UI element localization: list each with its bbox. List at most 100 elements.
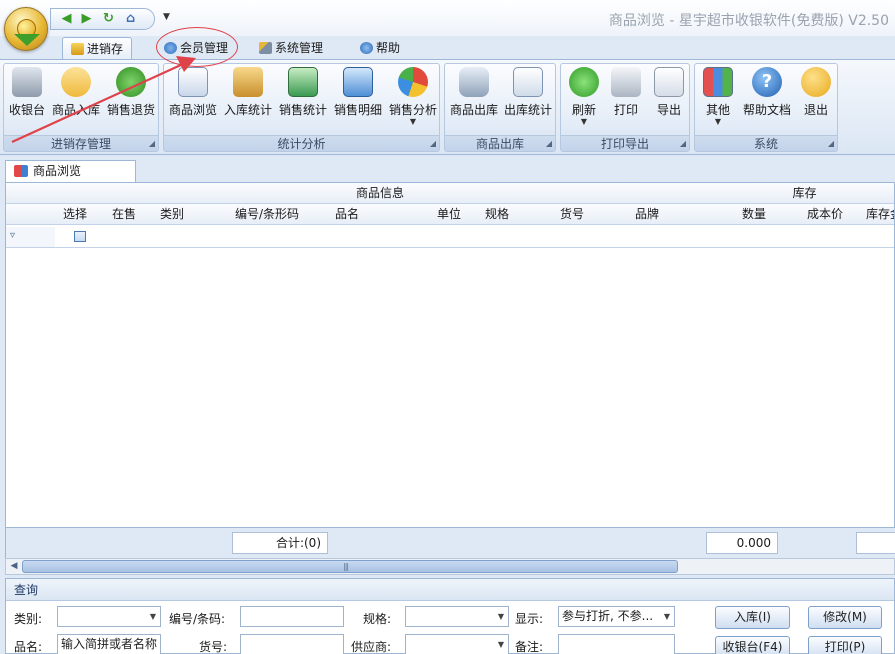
qat-dropdown-icon[interactable]: ▼ bbox=[163, 12, 170, 22]
chevron-down-icon: ▼ bbox=[497, 640, 504, 649]
column-header[interactable]: 编号/条形码 bbox=[230, 204, 331, 225]
out-stats-button[interactable]: 出库统计 bbox=[502, 66, 554, 134]
refresh-icon[interactable]: ↻ bbox=[101, 12, 116, 26]
filter-row-indicator: ▿ bbox=[6, 227, 56, 248]
filter-cell[interactable] bbox=[105, 227, 156, 248]
title-bar: ◀ ▶ ↻ ⌂ ▼ 商品浏览 - 星宇超市收银软件(免费版) V2.50 bbox=[0, 0, 895, 36]
filter-cell[interactable] bbox=[55, 227, 106, 248]
group-launcher-icon[interactable]: ◢ bbox=[149, 139, 155, 148]
name-input[interactable]: 输入简拼或者名称 bbox=[57, 634, 161, 654]
stock-in-stats-button[interactable]: 入库统计 bbox=[222, 66, 274, 134]
scroll-thumb[interactable]: ||| bbox=[22, 560, 678, 573]
cashier-query-button[interactable]: 收银台(F4) bbox=[715, 636, 790, 654]
filter-cell[interactable] bbox=[155, 227, 231, 248]
sales-analysis-button[interactable]: 销售分析 ▼ bbox=[387, 66, 439, 134]
stock-in-button[interactable]: 商品入库 bbox=[50, 66, 102, 134]
supplier-select[interactable]: ▼ bbox=[405, 634, 509, 654]
edit-button[interactable]: 修改(M) bbox=[808, 606, 882, 629]
power-icon bbox=[801, 67, 831, 97]
code-input[interactable] bbox=[240, 606, 344, 627]
books-icon bbox=[233, 67, 263, 97]
filter-cell[interactable] bbox=[630, 227, 706, 248]
table-icon bbox=[178, 67, 208, 97]
filter-cell[interactable] bbox=[480, 227, 556, 248]
cashier-button[interactable]: 收银台 bbox=[7, 66, 47, 134]
chevron-down-icon: ▼ bbox=[497, 612, 504, 621]
dropdown-caret-icon: ▼ bbox=[714, 117, 722, 126]
group-launcher-icon[interactable]: ◢ bbox=[680, 139, 686, 148]
group-stats: 商品浏览 入库统计 销售统计 销售明细 销售分析 ▼ 统计分析 ◢ bbox=[163, 63, 440, 152]
stock-in-query-button[interactable]: 入库(I) bbox=[715, 606, 790, 629]
total-amount bbox=[856, 532, 895, 554]
product-grid: 商品信息 库存 选择 在售 类别 编号/条形码 品名 单位 规格 货号 品牌 数… bbox=[5, 182, 895, 528]
product-out-button[interactable]: 商品出库 bbox=[448, 66, 500, 134]
group-launcher-icon[interactable]: ◢ bbox=[546, 139, 552, 148]
code-label: 编号/条码: bbox=[169, 612, 226, 626]
forward-arrow-icon[interactable]: ▶ bbox=[79, 12, 94, 26]
back-arrow-icon[interactable]: ◀ bbox=[59, 12, 74, 26]
product-browse-button[interactable]: 商品浏览 bbox=[167, 66, 219, 134]
document-tab-product-browse[interactable]: 商品浏览 bbox=[5, 160, 136, 182]
filter-cell[interactable] bbox=[555, 227, 631, 248]
column-header[interactable]: 数量 bbox=[705, 204, 781, 225]
sales-return-button[interactable]: 销售退货 bbox=[105, 66, 157, 134]
printer-icon bbox=[611, 67, 641, 97]
select-all-checkbox[interactable] bbox=[74, 231, 86, 242]
note-input[interactable] bbox=[558, 634, 675, 654]
horizontal-scrollbar[interactable]: ◀ ||| bbox=[5, 558, 895, 575]
app-menu-button[interactable] bbox=[4, 7, 48, 51]
column-header[interactable]: 单位 bbox=[430, 204, 481, 225]
sales-detail-button[interactable]: 销售明细 bbox=[332, 66, 384, 134]
filter-cell[interactable] bbox=[705, 227, 781, 248]
supplier-label: 供应商: bbox=[351, 640, 392, 654]
sales-stats-button[interactable]: 销售统计 bbox=[277, 66, 329, 134]
stock-in-icon bbox=[61, 67, 91, 97]
column-header[interactable]: 类别 bbox=[155, 204, 231, 225]
column-header[interactable]: 在售 bbox=[105, 204, 156, 225]
tab-system[interactable]: 系统管理 bbox=[251, 37, 331, 60]
grid-icon bbox=[703, 67, 733, 97]
group-launcher-icon[interactable]: ◢ bbox=[430, 139, 436, 148]
item-no-label: 货号: bbox=[199, 640, 228, 654]
column-header[interactable]: 库存金 bbox=[855, 204, 894, 225]
group-inventory: 收银台 商品入库 销售退货 进销存管理 ◢ bbox=[3, 63, 159, 152]
filter-cell[interactable] bbox=[230, 227, 331, 248]
group-label-system: 系统 bbox=[695, 135, 837, 151]
column-header[interactable]: 成本价 bbox=[780, 204, 856, 225]
exit-button[interactable]: 退出 bbox=[796, 66, 836, 134]
print-button[interactable]: 打印 bbox=[606, 66, 646, 134]
query-panel: 查询 类别: ▼ 编号/条码: 规格: ▼ 显示: 参与打折, 不参... ▼ 入… bbox=[5, 578, 895, 654]
filter-cell[interactable] bbox=[430, 227, 481, 248]
group-label-stats: 统计分析 bbox=[164, 135, 439, 151]
other-button[interactable]: 其他 ▼ bbox=[698, 66, 738, 134]
scroll-left-icon[interactable]: ◀ bbox=[8, 560, 20, 573]
item-no-input[interactable] bbox=[240, 634, 344, 654]
document-tab-strip: 商品浏览 bbox=[0, 156, 895, 182]
name-label: 品名: bbox=[14, 640, 43, 654]
tab-help[interactable]: 帮助 bbox=[352, 37, 408, 60]
column-header[interactable]: 货号 bbox=[555, 204, 631, 225]
group-launcher-icon[interactable]: ◢ bbox=[828, 139, 834, 148]
column-header[interactable]: 选择 bbox=[55, 204, 106, 225]
chevron-down-icon: ▼ bbox=[663, 612, 670, 621]
filter-cell[interactable] bbox=[780, 227, 856, 248]
column-header[interactable]: 规格 bbox=[480, 204, 556, 225]
band-stock: 库存 bbox=[705, 183, 894, 204]
person-card-icon bbox=[288, 67, 318, 97]
tab-inventory[interactable]: 进销存 bbox=[62, 37, 133, 60]
window-title: 商品浏览 - 星宇超市收银软件(免费版) V2.50 bbox=[608, 13, 889, 29]
band-product-info: 商品信息 bbox=[55, 183, 706, 204]
help-doc-button[interactable]: ? 帮助文档 bbox=[741, 66, 793, 134]
category-select[interactable]: ▼ bbox=[57, 606, 161, 627]
column-header[interactable]: 品牌 bbox=[630, 204, 706, 225]
refresh-button[interactable]: 刷新 ▼ bbox=[564, 66, 604, 134]
filter-cell[interactable] bbox=[330, 227, 431, 248]
filter-cell[interactable] bbox=[855, 227, 894, 248]
column-header[interactable]: 品名 bbox=[330, 204, 431, 225]
print-query-button[interactable]: 打印(P) bbox=[808, 636, 882, 654]
spec-select[interactable]: ▼ bbox=[405, 606, 509, 627]
export-button[interactable]: 导出 bbox=[649, 66, 689, 134]
display-select[interactable]: 参与打折, 不参... ▼ bbox=[558, 606, 675, 627]
home-icon[interactable]: ⌂ bbox=[123, 12, 138, 26]
settings-icon bbox=[259, 42, 272, 54]
